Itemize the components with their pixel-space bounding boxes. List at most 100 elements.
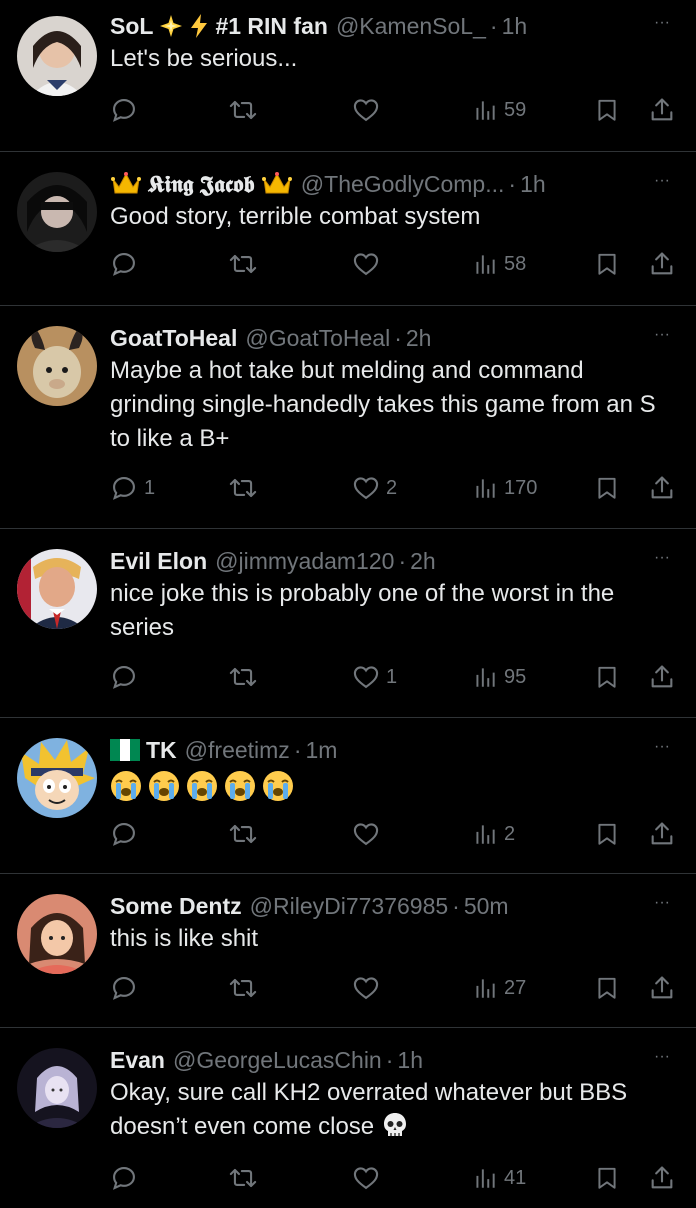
reply-button[interactable]: [110, 968, 144, 1008]
more-options-icon[interactable]: ···: [654, 894, 670, 912]
like-button[interactable]: [352, 814, 386, 854]
post[interactable]: Evil Elon @jimmyadam120 · 2h ··· nice jo…: [0, 529, 696, 718]
avatar[interactable]: [17, 1048, 97, 1128]
bookmark-icon: [598, 977, 616, 999]
share-button[interactable]: [648, 90, 676, 130]
avatar[interactable]: [17, 549, 97, 629]
timestamp[interactable]: 1m: [305, 737, 337, 764]
bookmark-button[interactable]: [594, 468, 620, 508]
views-button[interactable]: 59: [472, 90, 526, 130]
reply-button[interactable]: 1: [110, 468, 155, 508]
like-button[interactable]: [352, 968, 386, 1008]
user-handle[interactable]: @RileyDi77376985: [250, 893, 449, 920]
timestamp[interactable]: 1h: [520, 171, 546, 198]
display-name[interactable]: GoatToHeal: [110, 325, 237, 352]
reply-icon: [112, 99, 135, 122]
views-button[interactable]: 27: [472, 968, 526, 1008]
crown-icon: [261, 172, 292, 194]
separator-dot: ·: [508, 170, 517, 197]
post[interactable]: Some Dentz @RileyDi77376985 · 50m ··· th…: [0, 874, 696, 1028]
action-bar: 1 2 170: [110, 468, 676, 508]
sparkle-star-icon: [160, 15, 183, 37]
action-bar: 41: [110, 1158, 676, 1198]
post[interactable]: 𝕶𝖎𝖓𝖌 𝕵𝖆𝖈𝖔𝖇 @TheGodlyComp... · 1h ··· Goo…: [0, 152, 696, 306]
reply-button[interactable]: [110, 814, 144, 854]
reply-button[interactable]: [110, 90, 144, 130]
display-name[interactable]: Evan: [110, 1047, 165, 1074]
post[interactable]: TK @freetimz · 1m ··· 2: [0, 718, 696, 874]
timestamp[interactable]: 1h: [502, 13, 528, 40]
repost-button[interactable]: [228, 968, 264, 1008]
repost-button[interactable]: [228, 657, 264, 697]
user-handle[interactable]: @GoatToHeal: [245, 325, 390, 352]
like-button[interactable]: 2: [352, 468, 397, 508]
user-handle[interactable]: @GeorgeLucasChin: [173, 1047, 382, 1074]
display-name[interactable]: TK: [110, 737, 177, 764]
avatar[interactable]: [17, 326, 97, 406]
views-button[interactable]: 58: [472, 244, 526, 284]
timestamp[interactable]: 2h: [410, 548, 436, 575]
more-options-icon[interactable]: ···: [654, 14, 670, 32]
avatar[interactable]: [17, 172, 97, 252]
like-button[interactable]: [352, 244, 386, 284]
share-button[interactable]: [648, 968, 676, 1008]
bookmark-button[interactable]: [594, 90, 620, 130]
like-button[interactable]: [352, 90, 386, 130]
reply-icon: [112, 477, 135, 500]
post[interactable]: SoL #1 RIN fan @KamenSoL_ · 1h ··· Let's…: [0, 0, 696, 152]
display-name[interactable]: SoL #1 RIN fan: [110, 13, 328, 40]
repost-button[interactable]: [228, 1158, 264, 1198]
views-button[interactable]: 2: [472, 814, 515, 854]
views-button[interactable]: 41: [472, 1158, 526, 1198]
user-handle[interactable]: @KamenSoL_: [336, 13, 486, 40]
more-options-icon[interactable]: ···: [654, 172, 670, 190]
bookmark-button[interactable]: [594, 968, 620, 1008]
reply-button[interactable]: [110, 657, 144, 697]
share-button[interactable]: [648, 244, 676, 284]
post[interactable]: GoatToHeal @GoatToHeal · 2h ··· Maybe a …: [0, 306, 696, 529]
heart-icon: [353, 977, 379, 1000]
reply-icon: [112, 977, 135, 1000]
bookmark-icon: [598, 99, 616, 121]
views-button[interactable]: 170: [472, 468, 537, 508]
user-handle[interactable]: @freetimz: [185, 737, 290, 764]
repost-button[interactable]: [228, 468, 264, 508]
post[interactable]: Evan @GeorgeLucasChin · 1h ··· Okay, sur…: [0, 1028, 696, 1208]
like-button[interactable]: [352, 1158, 386, 1198]
share-button[interactable]: [648, 657, 676, 697]
display-name[interactable]: 𝕶𝖎𝖓𝖌 𝕵𝖆𝖈𝖔𝖇: [110, 171, 293, 198]
user-handle[interactable]: @jimmyadam120: [215, 548, 394, 575]
display-name[interactable]: Evil Elon: [110, 548, 207, 575]
repost-button[interactable]: [228, 244, 264, 284]
display-name-text: 𝕶𝖎𝖓𝖌 𝕵𝖆𝖈𝖔𝖇: [148, 170, 255, 197]
repost-button[interactable]: [228, 90, 264, 130]
loudly-crying-face-icon: [187, 771, 217, 801]
user-handle[interactable]: @TheGodlyComp...: [301, 171, 505, 198]
post-header: 𝕶𝖎𝖓𝖌 𝕵𝖆𝖈𝖔𝖇 @TheGodlyComp... · 1h: [110, 168, 674, 200]
display-name[interactable]: Some Dentz: [110, 893, 242, 920]
like-button[interactable]: 1: [352, 657, 397, 697]
bookmark-button[interactable]: [594, 1158, 620, 1198]
bookmark-button[interactable]: [594, 814, 620, 854]
loudly-crying-face-icon: [263, 771, 293, 801]
bookmark-button[interactable]: [594, 244, 620, 284]
reply-button[interactable]: [110, 244, 144, 284]
more-options-icon[interactable]: ···: [654, 326, 670, 344]
timestamp[interactable]: 1h: [397, 1047, 423, 1074]
loudly-crying-face-icon: [111, 771, 141, 801]
more-options-icon[interactable]: ···: [654, 549, 670, 567]
avatar[interactable]: [17, 738, 97, 818]
more-options-icon[interactable]: ···: [654, 1048, 670, 1066]
timestamp[interactable]: 2h: [406, 325, 432, 352]
share-button[interactable]: [648, 468, 676, 508]
views-button[interactable]: 95: [472, 657, 526, 697]
share-button[interactable]: [648, 814, 676, 854]
share-button[interactable]: [648, 1158, 676, 1198]
timestamp[interactable]: 50m: [464, 893, 509, 920]
bookmark-button[interactable]: [594, 657, 620, 697]
avatar[interactable]: [17, 894, 97, 974]
avatar[interactable]: [17, 16, 97, 96]
reply-button[interactable]: [110, 1158, 144, 1198]
repost-button[interactable]: [228, 814, 264, 854]
more-options-icon[interactable]: ···: [654, 738, 670, 756]
